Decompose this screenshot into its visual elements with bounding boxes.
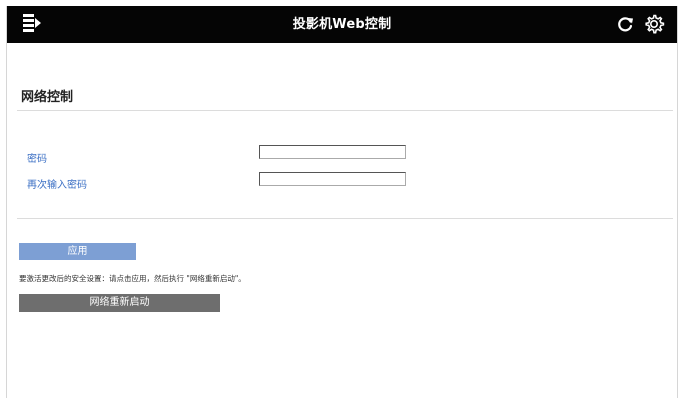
password-label: 密码 (27, 154, 47, 165)
gear-icon (645, 14, 665, 34)
app-frame: 投影机Web控制 网络控制 密码 再次输入密码 应用 要激活更改后的安全设置：请… (6, 6, 678, 398)
refresh-button[interactable] (615, 14, 635, 34)
top-bar: 投影机Web控制 (7, 6, 677, 43)
divider (17, 110, 673, 111)
network-restart-button[interactable]: 网络重新启动 (19, 294, 220, 312)
instruction-text: 要激活更改后的安全设置：请点击应用，然后执行 "网络重新启动"。 (19, 274, 246, 283)
confirm-password-label: 再次输入密码 (27, 180, 87, 191)
divider (17, 218, 673, 219)
refresh-icon (618, 17, 633, 32)
section-title: 网络控制 (21, 90, 74, 105)
password-input[interactable] (259, 145, 406, 159)
page-title: 投影机Web控制 (292, 17, 392, 32)
settings-button[interactable] (643, 13, 665, 35)
apply-button[interactable]: 应用 (19, 243, 136, 260)
confirm-password-input[interactable] (259, 172, 406, 186)
